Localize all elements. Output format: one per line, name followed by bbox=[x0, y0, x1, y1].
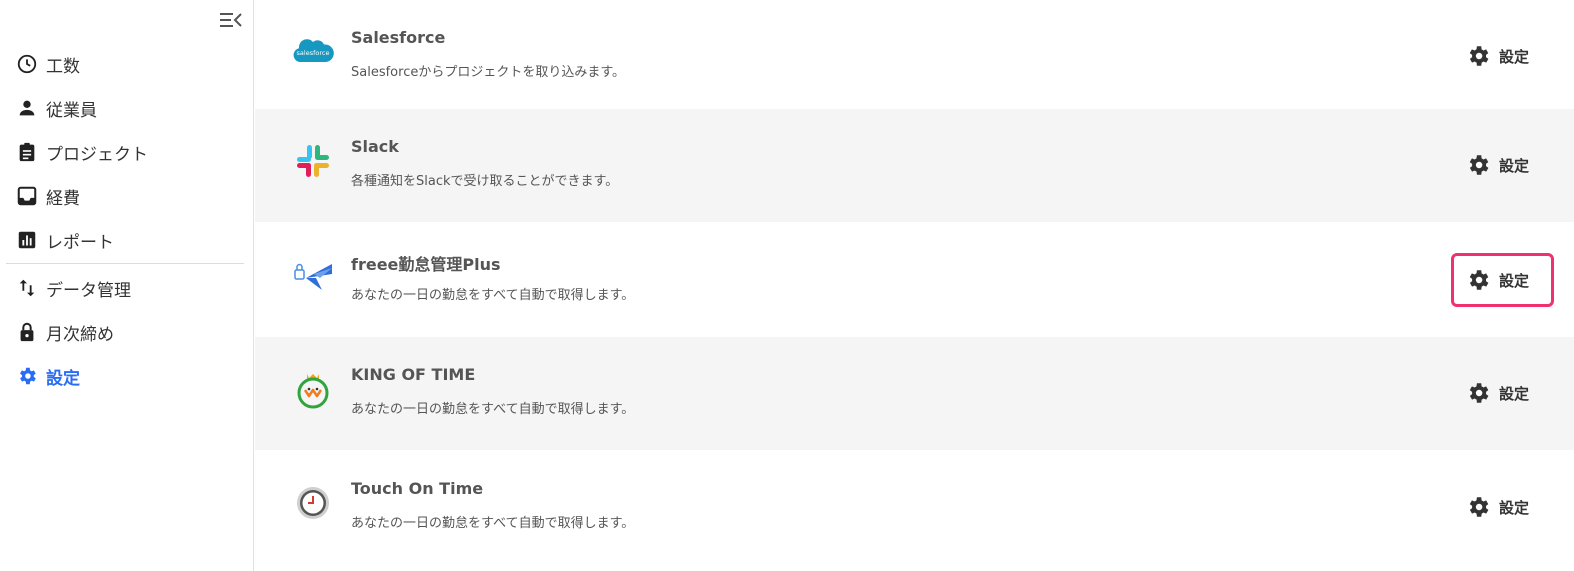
list-item: freee勤怠管理Plus あなたの一日の勤怠をすべて自動で取得します。 設定 bbox=[255, 223, 1574, 336]
settings-label: 設定 bbox=[1499, 498, 1530, 517]
salesforce-logo: salesforce bbox=[291, 30, 335, 74]
freee-settings-button[interactable]: 設定 bbox=[1451, 253, 1554, 307]
touch-on-time-settings-button[interactable]: 設定 bbox=[1455, 487, 1551, 527]
gear-icon bbox=[1465, 43, 1491, 69]
integration-name: Touch On Time bbox=[351, 479, 484, 498]
touch-on-time-logo bbox=[291, 481, 335, 525]
sidebar-item-label: 従業員 bbox=[46, 100, 97, 121]
freee-logo bbox=[291, 253, 335, 297]
gear-icon bbox=[1465, 267, 1491, 293]
slack-logo bbox=[291, 139, 335, 183]
inbox-icon bbox=[16, 185, 38, 207]
sidebar-item-data-management[interactable]: データ管理 bbox=[6, 266, 244, 310]
sidebar-item-label: 経費 bbox=[46, 188, 80, 209]
integration-description: あなたの一日の勤怠をすべて自動で取得します。 bbox=[351, 288, 635, 303]
integration-description: 各種通知をSlackで受け取ることができます。 bbox=[351, 174, 619, 189]
person-icon bbox=[16, 97, 38, 119]
integrations-list: salesforce Salesforce Salesforceからプロジェクト… bbox=[255, 0, 1574, 571]
clock-icon bbox=[16, 53, 38, 75]
settings-label: 設定 bbox=[1499, 384, 1530, 403]
integration-name: freee勤怠管理Plus bbox=[351, 255, 501, 274]
sidebar-item-label: レポート bbox=[46, 232, 114, 253]
integration-description: あなたの一日の勤怠をすべて自動で取得します。 bbox=[351, 516, 635, 531]
integration-name: Slack bbox=[351, 137, 399, 156]
integration-name: KING OF TIME bbox=[351, 365, 476, 384]
settings-label: 設定 bbox=[1499, 271, 1530, 290]
sidebar: 工数 従業員 プロジェクト 経費 レポート データ管理 月次締め 設定 bbox=[0, 0, 254, 571]
list-item: Slack 各種通知をSlackで受け取ることができます。 設定 bbox=[255, 109, 1574, 222]
sidebar-item-settings[interactable]: 設定 bbox=[6, 354, 244, 398]
slack-settings-button[interactable]: 設定 bbox=[1455, 145, 1551, 185]
sidebar-item-expenses[interactable]: 経費 bbox=[6, 174, 244, 218]
salesforce-settings-button[interactable]: 設定 bbox=[1455, 36, 1551, 76]
list-item: KING OF TIME あなたの一日の勤怠をすべて自動で取得します。 設定 bbox=[255, 337, 1574, 450]
sidebar-item-label: 月次締め bbox=[46, 324, 114, 345]
sidebar-divider bbox=[6, 263, 244, 264]
settings-label: 設定 bbox=[1499, 156, 1530, 175]
sidebar-item-label: 設定 bbox=[46, 368, 80, 389]
sidebar-nav: 工数 従業員 プロジェクト 経費 レポート データ管理 月次締め 設定 bbox=[6, 42, 244, 398]
sidebar-item-monthly-closing[interactable]: 月次締め bbox=[6, 310, 244, 354]
sidebar-item-label: データ管理 bbox=[46, 280, 131, 301]
king-of-time-logo bbox=[291, 367, 335, 411]
swap-vertical-icon bbox=[16, 277, 38, 299]
list-item: salesforce Salesforce Salesforceからプロジェクト… bbox=[255, 0, 1574, 113]
sidebar-item-man-hours[interactable]: 工数 bbox=[6, 42, 244, 86]
collapse-sidebar-icon[interactable] bbox=[218, 8, 244, 32]
lock-icon bbox=[16, 321, 38, 343]
salesforce-logo-text: salesforce bbox=[297, 49, 330, 57]
gear-icon bbox=[1465, 380, 1491, 406]
integration-description: Salesforceからプロジェクトを取り込みます。 bbox=[351, 65, 626, 80]
gear-icon bbox=[1465, 494, 1491, 520]
clipboard-icon bbox=[16, 141, 38, 163]
sidebar-item-reports[interactable]: レポート bbox=[6, 218, 244, 262]
sidebar-item-label: プロジェクト bbox=[46, 144, 148, 165]
integration-name: Salesforce bbox=[351, 28, 446, 47]
gear-icon bbox=[1465, 152, 1491, 178]
settings-label: 設定 bbox=[1499, 47, 1530, 66]
integration-description: あなたの一日の勤怠をすべて自動で取得します。 bbox=[351, 402, 635, 417]
king-of-time-settings-button[interactable]: 設定 bbox=[1455, 373, 1551, 413]
sidebar-item-projects[interactable]: プロジェクト bbox=[6, 130, 244, 174]
list-item: Touch On Time あなたの一日の勤怠をすべて自動で取得します。 設定 bbox=[255, 451, 1574, 564]
sidebar-item-employees[interactable]: 従業員 bbox=[6, 86, 244, 130]
bar-chart-icon bbox=[16, 229, 38, 251]
sidebar-item-label: 工数 bbox=[46, 56, 80, 77]
gear-icon bbox=[16, 365, 38, 387]
